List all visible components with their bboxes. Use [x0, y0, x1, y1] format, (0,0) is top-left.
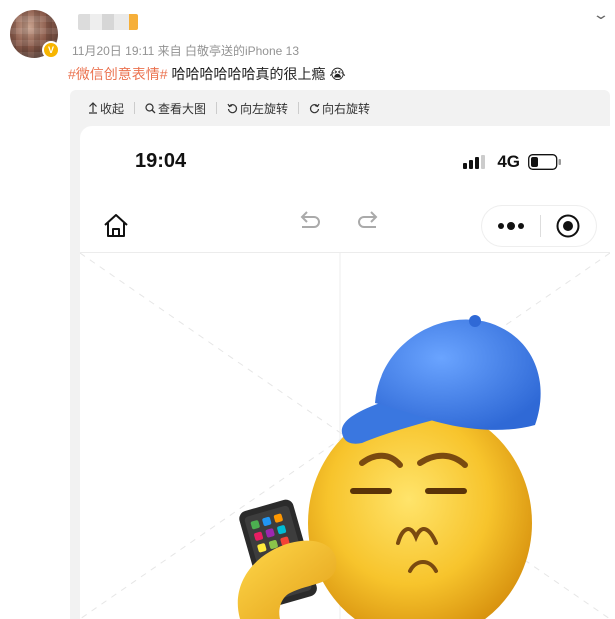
- post-body: 哈哈哈哈哈哈真的很上瘾: [167, 66, 326, 82]
- post-image[interactable]: 19:04 4G: [80, 126, 610, 619]
- arrow-up-icon: [89, 102, 97, 114]
- rotate-left-label: 向左旋转: [240, 101, 289, 116]
- redo-icon[interactable]: [356, 208, 382, 234]
- view-large-label: 查看大图: [158, 101, 207, 116]
- emoji-eye: [425, 488, 467, 494]
- mini-program-navbar: [80, 202, 610, 252]
- more-icon[interactable]: [496, 221, 526, 231]
- undo-icon[interactable]: [296, 208, 322, 234]
- collapse-button[interactable]: 收起: [88, 100, 124, 117]
- verified-badge-icon: V: [42, 41, 60, 59]
- view-large-button[interactable]: 查看大图: [145, 100, 206, 117]
- network-label: 4G: [497, 152, 520, 171]
- topic-tag-link[interactable]: #微信创意表情#: [68, 66, 168, 82]
- battery-icon: [528, 154, 561, 170]
- collapse-label: 收起: [100, 101, 125, 116]
- emoji-canvas: [80, 252, 610, 619]
- post-meta: 11月20日 19:11 来自 白敬亭送的iPhone 13: [72, 44, 299, 58]
- search-icon: [145, 102, 156, 113]
- status-indicators: 4G: [463, 152, 562, 172]
- capsule-divider: [540, 215, 541, 237]
- rotate-right-label: 向右旋转: [322, 101, 371, 116]
- toolbar-divider: [134, 102, 136, 114]
- signal-icon: [463, 155, 486, 169]
- toolbar-divider: [298, 102, 300, 114]
- emoji-eye: [350, 488, 392, 494]
- emoji-face: [308, 405, 532, 619]
- crying-emoji-icon: 😭: [329, 66, 346, 82]
- chevron-down-icon[interactable]: ⌄: [592, 6, 610, 23]
- close-target-icon[interactable]: [555, 213, 581, 239]
- status-time: 19:04: [135, 150, 187, 172]
- avatar[interactable]: V: [10, 10, 60, 59]
- image-toolbar: 收起 查看大图 向左旋转 向右旋转: [70, 90, 610, 126]
- mini-program-capsule: [482, 206, 596, 246]
- username-blurred[interactable]: [78, 14, 138, 30]
- media-viewer: 收起 查看大图 向左旋转 向右旋转 19:04 4G: [70, 90, 610, 619]
- rotate-left-button[interactable]: 向左旋转: [227, 100, 288, 117]
- rotate-left-icon: [227, 103, 238, 113]
- rotate-right-button[interactable]: 向右旋转: [309, 100, 370, 117]
- emoji-artwork: [80, 252, 610, 619]
- home-icon[interactable]: [102, 212, 130, 240]
- post-text: #微信创意表情# 哈哈哈哈哈哈真的很上瘾 😭: [68, 64, 346, 84]
- rotate-right-icon: [309, 103, 320, 113]
- toolbar-divider: [216, 102, 218, 114]
